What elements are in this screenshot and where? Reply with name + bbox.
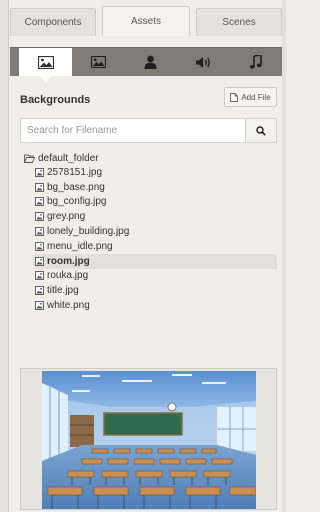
left-frame (0, 0, 9, 512)
image-file-icon (35, 256, 44, 266)
search-bar (20, 118, 277, 143)
image-file-icon (35, 212, 44, 222)
tab-assets[interactable]: Assets (102, 6, 190, 36)
asset-type-toolbar (10, 47, 283, 82)
image-file-icon (35, 271, 44, 281)
image-file-icon (35, 167, 44, 177)
music-button[interactable] (230, 48, 283, 76)
file-item[interactable]: lonely_building.jpg (33, 224, 277, 239)
right-frame (282, 0, 286, 512)
file-name: bg_base.png (47, 181, 105, 193)
file-item[interactable]: bg_base.png (33, 180, 277, 195)
images-button[interactable] (72, 48, 125, 76)
file-name: menu_idle.png (47, 240, 113, 252)
file-item[interactable]: title.jpg (33, 283, 277, 298)
file-tree: default_folder 2578151.jpg bg_base.png bg_… (24, 151, 277, 313)
search-button[interactable] (245, 119, 276, 142)
characters-button[interactable] (125, 48, 178, 76)
file-name: bg_config.jpg (47, 196, 107, 208)
tab-components[interactable]: Components (10, 8, 96, 36)
add-file-label: Add File (241, 92, 271, 102)
sounds-button[interactable] (177, 48, 230, 76)
file-item[interactable]: white.png (33, 298, 277, 313)
file-name: 2578151.jpg (47, 166, 103, 178)
classroom-preview-image (42, 371, 256, 509)
file-name: grey.png (47, 211, 86, 223)
image-file-icon (35, 286, 44, 296)
file-item[interactable]: grey.png (33, 209, 277, 224)
file-list: 2578151.jpg bg_base.png bg_config.jpg grey.… (24, 165, 277, 313)
speaker-icon (195, 56, 210, 68)
panel-tabs: Components Assets Scenes (10, 6, 282, 36)
image-file-icon (35, 301, 44, 311)
file-item[interactable]: menu_idle.png (33, 239, 277, 254)
file-item[interactable]: bg_config.jpg (33, 195, 277, 210)
folder-default[interactable]: default_folder (24, 151, 277, 165)
file-name: lonely_building.jpg (47, 226, 130, 238)
music-icon (250, 55, 263, 69)
image-file-icon (35, 182, 44, 192)
file-name: room.jpg (47, 255, 90, 267)
add-file-button[interactable]: Add File (224, 87, 277, 107)
character-icon (144, 55, 157, 69)
folder-open-icon (24, 154, 35, 163)
search-input[interactable] (21, 119, 245, 142)
file-icon (230, 92, 239, 102)
image-file-icon (35, 241, 44, 251)
image-icon (37, 55, 54, 69)
search-icon (256, 125, 266, 136)
section-title: Backgrounds (20, 94, 91, 106)
picture-icon (90, 56, 106, 68)
backgrounds-button[interactable] (19, 48, 72, 82)
file-name: rouka.jpg (47, 270, 89, 282)
file-name: white.png (47, 300, 90, 312)
file-name: title.jpg (47, 285, 79, 297)
image-file-icon (35, 197, 44, 207)
folder-label: default_folder (38, 152, 99, 164)
file-item[interactable]: 2578151.jpg (33, 165, 277, 180)
file-item[interactable]: rouka.jpg (33, 269, 277, 284)
file-item[interactable]: room.jpg (33, 253, 277, 269)
tab-scenes[interactable]: Scenes (196, 8, 282, 36)
image-preview (20, 368, 277, 510)
image-file-icon (35, 227, 44, 237)
